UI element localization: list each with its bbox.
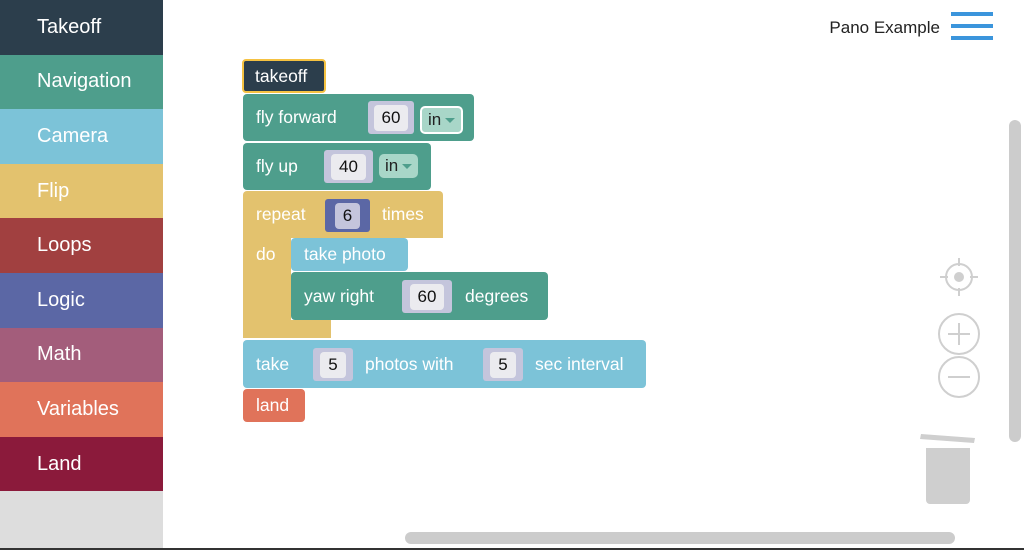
recenter-icon[interactable] <box>938 256 980 298</box>
take-photo-block[interactable]: take photo <box>291 238 408 271</box>
vertical-scrollbar[interactable] <box>1009 120 1021 442</box>
sec-interval-label: sec interval <box>535 353 624 374</box>
block-label: take <box>256 353 290 374</box>
repeat-count-input[interactable]: 6 <box>325 199 370 232</box>
project-title: Pano Example <box>829 18 940 37</box>
degrees-input[interactable]: 60 <box>402 280 452 313</box>
category-takeoff[interactable]: Takeoff <box>0 0 163 55</box>
category-toolbox: Takeoff Navigation Camera Flip Loops Log… <box>0 0 163 550</box>
land-block[interactable]: land <box>243 389 305 422</box>
category-logic[interactable]: Logic <box>0 272 163 328</box>
block-label: land <box>256 395 290 415</box>
repeat-bottom <box>243 320 331 338</box>
dropdown-arrow-icon <box>445 117 456 123</box>
category-loops[interactable]: Loops <box>0 218 163 273</box>
hamburger-icon[interactable] <box>951 12 993 40</box>
category-variables[interactable]: Variables <box>0 382 163 437</box>
block-label: fly up <box>256 156 298 176</box>
unit-dropdown[interactable]: in <box>420 106 464 134</box>
trash-icon[interactable] <box>918 428 978 504</box>
block-label: yaw right <box>304 285 375 306</box>
takeoff-block[interactable]: takeoff <box>242 59 326 93</box>
category-math[interactable]: Math <box>0 327 163 383</box>
category-camera[interactable]: Camera <box>0 109 163 164</box>
zoom-out-icon[interactable] <box>937 355 981 399</box>
block-label: fly forward <box>256 107 337 127</box>
horizontal-scrollbar[interactable] <box>405 532 955 544</box>
distance-input[interactable]: 40 <box>324 150 373 183</box>
zoom-in-icon[interactable] <box>937 312 981 356</box>
dropdown-arrow-icon <box>402 163 413 169</box>
interval-input[interactable]: 5 <box>483 348 523 381</box>
category-navigation[interactable]: Navigation <box>0 54 163 110</box>
category-flip[interactable]: Flip <box>0 163 163 219</box>
block-label: take photo <box>304 244 386 264</box>
distance-input[interactable]: 60 <box>368 101 414 134</box>
photo-count-input[interactable]: 5 <box>313 348 353 381</box>
block-label: takeoff <box>255 65 308 86</box>
category-land[interactable]: Land <box>0 436 163 492</box>
degrees-label: degrees <box>465 285 529 306</box>
times-label: times <box>382 204 424 224</box>
block-label: repeat <box>256 204 306 224</box>
unit-dropdown[interactable]: in <box>379 154 419 178</box>
photos-with-label: photos with <box>365 353 454 374</box>
